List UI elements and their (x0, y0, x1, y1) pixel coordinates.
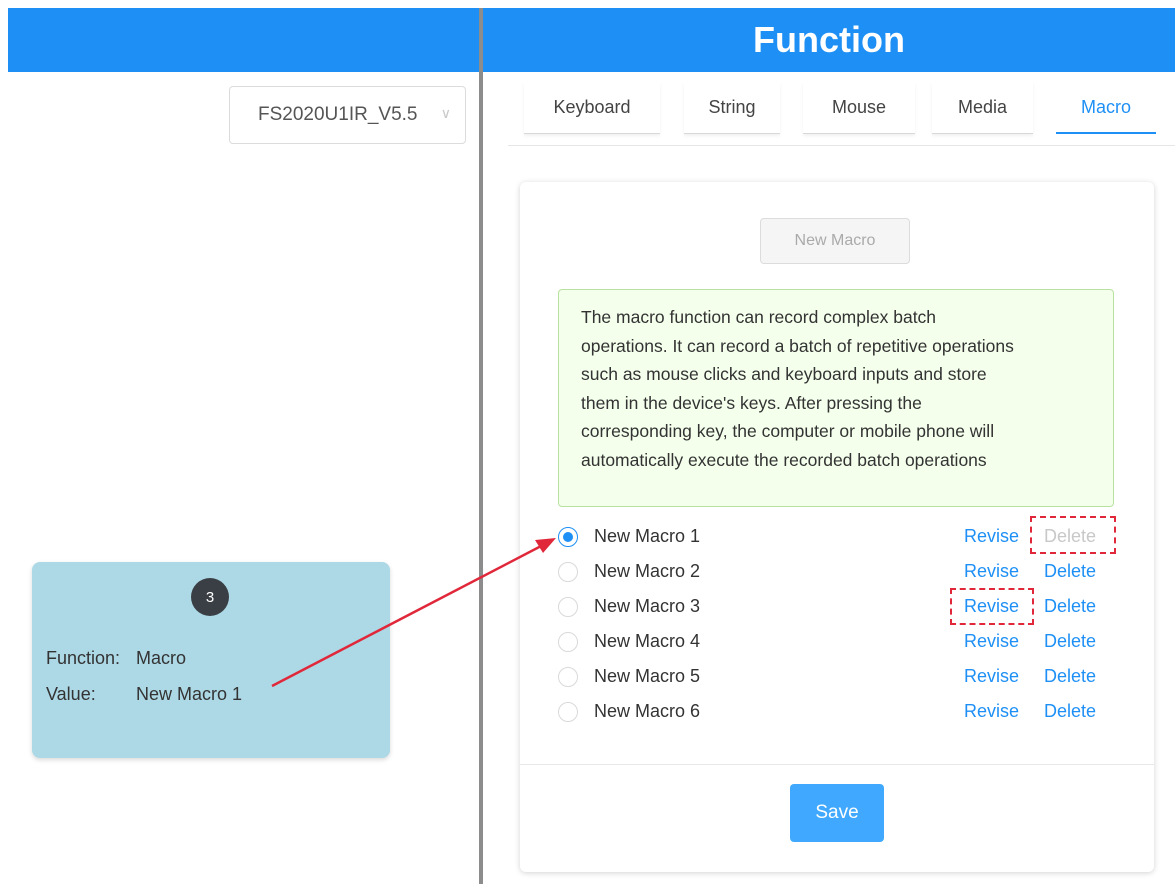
function-label: Function: (46, 648, 121, 668)
description-line: operations. It can record a batch of rep… (581, 335, 1014, 356)
left-header-bar (8, 8, 480, 72)
delete-link[interactable]: Delete (1044, 596, 1096, 617)
tab-mouse[interactable]: Mouse (803, 82, 915, 134)
macro-radio[interactable] (558, 631, 578, 652)
description-line: The macro function can record complex ba… (581, 307, 937, 327)
key-number-badge: 3 (191, 578, 229, 616)
macro-name: New Macro 3 (594, 596, 701, 616)
revise-highlight-box (950, 588, 1034, 625)
function-value: Macro (136, 648, 187, 668)
macro-description: The macro function can record complex ba… (558, 289, 1114, 507)
revise-link[interactable]: Revise (964, 526, 1019, 547)
macro-name: New Macro 4 (594, 631, 701, 651)
tab-string[interactable]: String (684, 82, 780, 134)
macro-radio[interactable] (558, 526, 578, 547)
chevron-down-icon: ∨ (440, 105, 451, 121)
revise-link[interactable]: Revise (964, 701, 1019, 722)
key-function-row: Function: Macro (46, 648, 186, 669)
description-line: corresponding key, the computer or mobil… (581, 421, 995, 441)
key-card[interactable]: 3 Function: Macro Value: New Macro 1 (32, 562, 390, 758)
value-value: New Macro 1 (136, 684, 243, 704)
macro-name: New Macro 2 (594, 561, 701, 581)
macro-row: New Macro 5 Revise Delete (556, 659, 1116, 694)
revise-link[interactable]: Revise (964, 666, 1019, 687)
panel-divider[interactable] (479, 8, 483, 884)
device-select-value: FS2020U1IR_V5.5 (258, 104, 418, 125)
device-select[interactable]: FS2020U1IR_V5.5 ∨ (229, 86, 466, 144)
macro-name: New Macro 6 (594, 701, 701, 721)
description-line: automatically execute the recorded batch… (581, 449, 987, 470)
revise-link[interactable]: Revise (964, 631, 1019, 652)
key-value-row: Value: New Macro 1 (46, 684, 242, 705)
tab-media[interactable]: Media (932, 82, 1033, 134)
function-tabs: Keyboard String Mouse Media Macro (508, 82, 1175, 146)
description-line: them in the device's keys. After pressin… (581, 392, 922, 413)
macro-row: New Macro 6 Revise Delete (556, 694, 1116, 729)
delete-link[interactable]: Delete (1044, 666, 1096, 687)
delete-link[interactable]: Delete (1044, 631, 1096, 652)
description-line: such as mouse clicks and keyboard inputs… (581, 364, 987, 384)
value-label: Value: (46, 684, 96, 704)
page-title: Function (483, 8, 1175, 72)
tab-macro[interactable]: Macro (1056, 82, 1156, 134)
revise-link[interactable]: Revise (964, 561, 1019, 582)
macro-radio[interactable] (558, 596, 578, 617)
macro-radio[interactable] (558, 561, 578, 582)
macro-name: New Macro 5 (594, 666, 701, 686)
macro-name: New Macro 1 (594, 526, 701, 546)
save-button[interactable]: Save (790, 784, 884, 842)
tab-keyboard[interactable]: Keyboard (524, 82, 660, 134)
delete-highlight-box (1030, 516, 1116, 554)
macro-row: New Macro 2 Revise Delete (556, 554, 1116, 589)
delete-link[interactable]: Delete (1044, 561, 1096, 582)
new-macro-button[interactable]: New Macro (760, 218, 910, 264)
macro-radio[interactable] (558, 666, 578, 687)
panel-divider-line (520, 764, 1154, 765)
delete-link[interactable]: Delete (1044, 701, 1096, 722)
macro-radio[interactable] (558, 701, 578, 722)
macro-row: New Macro 4 Revise Delete (556, 624, 1116, 659)
